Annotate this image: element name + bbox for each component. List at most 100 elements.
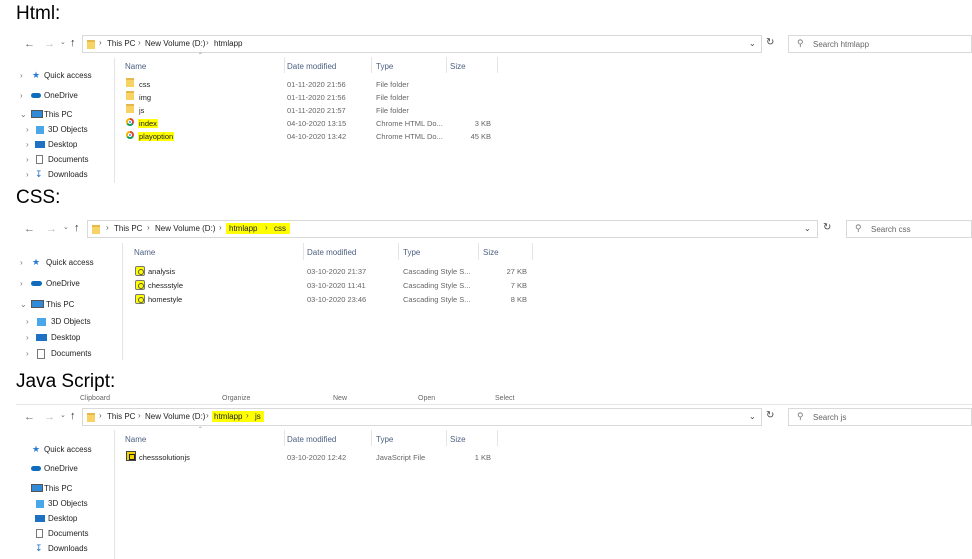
- address-dropdown-icon[interactable]: ⌄: [749, 39, 756, 48]
- search-input[interactable]: Search htmlapp: [813, 40, 869, 49]
- column-header-size[interactable]: Size: [450, 62, 466, 71]
- address-bar[interactable]: › This PC › New Volume (D:) › htmlapp ⌄: [82, 35, 762, 53]
- forward-arrow-icon[interactable]: →: [44, 38, 55, 50]
- desktop-icon: [35, 141, 45, 148]
- breadcrumb-new-volume[interactable]: New Volume (D:): [145, 412, 205, 421]
- address-dropdown-icon[interactable]: ⌄: [749, 412, 756, 421]
- nav-label: 3D Objects: [51, 317, 91, 326]
- file-date: 01-11-2020 21:56: [287, 93, 346, 102]
- breadcrumb-this-pc[interactable]: This PC: [114, 224, 142, 233]
- chevron-down-icon: ⌄: [20, 110, 27, 119]
- file-row-img[interactable]: img 01-11-2020 21:56 File folder: [124, 91, 504, 103]
- file-size: 45 KB: [470, 132, 491, 141]
- file-name: chessstyle: [148, 281, 184, 290]
- up-arrow-icon[interactable]: ↑: [74, 222, 80, 234]
- css-file-icon: [135, 280, 145, 290]
- file-row-analysis[interactable]: analysis 03-10-2020 21:37 Cascading Styl…: [133, 266, 533, 278]
- address-bar[interactable]: › This PC › New Volume (D:) › htmlapp › …: [82, 408, 762, 426]
- file-row-js[interactable]: js 01-11-2020 21:57 File folder: [124, 104, 504, 116]
- chevron-right-icon: ›: [99, 411, 102, 420]
- column-header-name[interactable]: Name: [134, 248, 155, 257]
- column-header-date[interactable]: Date modified: [307, 248, 356, 257]
- back-arrow-icon[interactable]: ←: [24, 411, 35, 423]
- refresh-icon[interactable]: ↻: [823, 222, 831, 233]
- nav-label: Documents: [51, 349, 92, 358]
- download-icon: ↧: [35, 543, 43, 553]
- breadcrumb-new-volume[interactable]: New Volume (D:): [145, 39, 205, 48]
- breadcrumb-new-volume[interactable]: New Volume (D:): [155, 224, 215, 233]
- file-row-index[interactable]: index 04-10-2020 13:15 Chrome HTML Do...…: [124, 117, 504, 129]
- column-divider: [446, 430, 447, 446]
- up-arrow-icon[interactable]: ↑: [70, 37, 76, 49]
- breadcrumb-js[interactable]: js: [255, 412, 261, 421]
- css-file-icon: [135, 294, 145, 304]
- cube-icon: [36, 500, 44, 508]
- column-divider: [284, 430, 285, 446]
- breadcrumb-htmlapp[interactable]: htmlapp: [214, 412, 242, 421]
- chevron-right-icon: ›: [26, 140, 29, 149]
- ribbon-divider: [16, 404, 972, 405]
- chevron-right-icon: ›: [20, 258, 23, 267]
- breadcrumb-this-pc[interactable]: This PC: [107, 412, 135, 421]
- forward-arrow-icon[interactable]: →: [46, 223, 57, 235]
- column-divider: [446, 57, 447, 73]
- address-bar[interactable]: › This PC › New Volume (D:) › htmlapp › …: [87, 220, 818, 238]
- recent-dropdown-icon[interactable]: ⌄: [60, 411, 66, 419]
- cube-icon: [36, 126, 44, 134]
- refresh-icon[interactable]: ↻: [766, 410, 774, 421]
- pane-divider: [114, 430, 115, 559]
- search-box[interactable]: ⚲ Search htmlapp: [788, 35, 972, 53]
- ribbon-label-select: Select: [495, 395, 515, 402]
- file-date: 03-10-2020 12:42: [287, 453, 347, 462]
- file-type: JavaScript File: [376, 453, 426, 462]
- search-box[interactable]: ⚲ Search js: [788, 408, 972, 426]
- column-header-size[interactable]: Size: [483, 248, 499, 257]
- file-date: 03-10-2020 11:41: [307, 281, 366, 290]
- search-box[interactable]: ⚲ Search css: [846, 220, 972, 238]
- star-icon: ★: [32, 70, 41, 80]
- back-arrow-icon[interactable]: ←: [24, 38, 35, 50]
- column-header-type[interactable]: Type: [403, 248, 420, 257]
- refresh-icon[interactable]: ↻: [766, 37, 774, 48]
- search-input[interactable]: Search css: [871, 225, 911, 234]
- breadcrumb-this-pc[interactable]: This PC: [107, 39, 135, 48]
- column-divider: [497, 57, 498, 73]
- star-icon: ★: [32, 444, 41, 454]
- nav-label: Desktop: [48, 514, 78, 523]
- file-row-playoption[interactable]: playoption 04-10-2020 13:42 Chrome HTML …: [124, 130, 504, 142]
- chevron-right-icon: ›: [106, 223, 109, 232]
- file-type: File folder: [376, 106, 409, 115]
- recent-dropdown-icon[interactable]: ⌄: [63, 223, 69, 231]
- column-header-date[interactable]: Date modified: [287, 435, 336, 444]
- chevron-right-icon: ›: [26, 317, 29, 326]
- search-input[interactable]: Search js: [813, 413, 846, 422]
- column-header-name[interactable]: Name: [125, 435, 146, 444]
- computer-icon: [31, 484, 43, 492]
- address-dropdown-icon[interactable]: ⌄: [804, 224, 811, 233]
- column-header-size[interactable]: Size: [450, 435, 466, 444]
- nav-label: This PC: [44, 110, 73, 119]
- breadcrumb-htmlapp[interactable]: htmlapp: [214, 39, 242, 48]
- chevron-right-icon: ›: [20, 279, 23, 288]
- column-header-date[interactable]: Date modified: [287, 62, 336, 71]
- forward-arrow-icon[interactable]: →: [44, 411, 55, 423]
- column-header-type[interactable]: Type: [376, 62, 393, 71]
- file-row-chessstyle[interactable]: chessstyle 03-10-2020 11:41 Cascading St…: [133, 280, 533, 292]
- up-arrow-icon[interactable]: ↑: [70, 410, 76, 422]
- column-header-type[interactable]: Type: [376, 435, 393, 444]
- nav-label: Quick access: [44, 445, 92, 454]
- recent-dropdown-icon[interactable]: ⌄: [60, 38, 66, 46]
- column-header-name[interactable]: Name: [125, 62, 146, 71]
- breadcrumb-css[interactable]: css: [274, 224, 286, 233]
- file-date: 01-11-2020 21:56: [287, 80, 346, 89]
- pane-divider: [122, 243, 123, 360]
- breadcrumb-htmlapp[interactable]: htmlapp: [229, 224, 257, 233]
- back-arrow-icon[interactable]: ←: [24, 223, 35, 235]
- nav-label: OneDrive: [44, 464, 78, 473]
- ribbon-label-new: New: [333, 395, 348, 402]
- file-row-css[interactable]: css 01-11-2020 21:56 File folder: [124, 78, 504, 90]
- file-row-homestyle[interactable]: homestyle 03-10-2020 23:46 Cascading Sty…: [133, 294, 533, 306]
- file-row-chesssolutionjs[interactable]: chesssolutionjs 03-10-2020 12:42 JavaScr…: [124, 451, 504, 463]
- document-icon: [36, 529, 43, 538]
- chevron-right-icon: ›: [246, 411, 249, 420]
